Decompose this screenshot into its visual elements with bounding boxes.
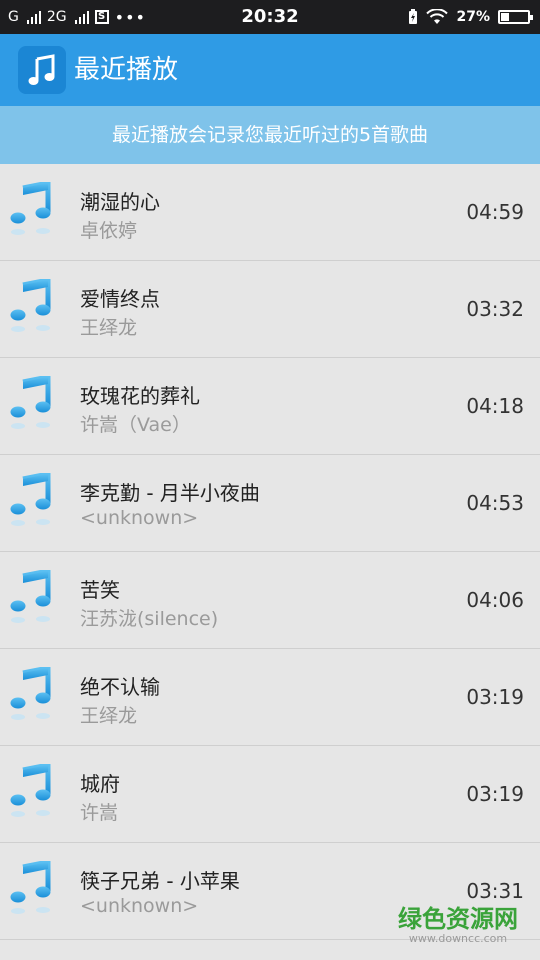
song-row[interactable]: 城府 许嵩 03:19 [0,746,540,843]
song-title: 潮湿的心 [80,190,160,214]
song-artist: <unknown> [80,895,199,917]
song-artist: 许嵩（Vae） [80,414,191,436]
song-music-note-icon [10,279,51,332]
song-music-note-icon [10,764,51,817]
page-title: 最近播放 [74,55,179,85]
song-title: 城府 [80,772,120,796]
song-music-note-icon [10,376,51,429]
song-duration: 04:53 [466,491,524,515]
song-artist: 汪苏泷(silence) [80,608,219,630]
watermark-logo: 绿色资源网 [398,905,518,933]
song-title: 筷子兄弟 - 小苹果 [80,869,240,893]
song-artist: 许嵩 [80,802,119,824]
song-title: 玫瑰花的葬礼 [80,384,200,408]
song-row[interactable]: 爱情终点 王绎龙 03:32 [0,261,540,358]
song-title: 李克勤 - 月半小夜曲 [80,481,260,505]
wifi-icon [426,9,449,24]
song-duration: 04:06 [466,588,524,612]
recent-play-notice: 最近播放会记录您最近听过的5首歌曲 [0,106,540,164]
status-right: 27% [408,0,533,34]
song-duration: 04:59 [466,200,524,224]
charging-icon [409,9,418,24]
song-row[interactable]: 苦笑 汪苏泷(silence) 04:06 [0,552,540,649]
song-artist: 王绎龙 [80,705,138,727]
battery-percent: 27% [456,9,490,25]
song-row[interactable]: 李克勤 - 月半小夜曲 <unknown> 04:53 [0,455,540,552]
song-row[interactable]: 绝不认输 王绎龙 03:19 [0,649,540,746]
song-duration: 03:32 [466,297,524,321]
music-note-icon[interactable] [18,46,66,94]
battery-icon [498,10,533,24]
watermark-url: www.downcc.com [408,932,508,945]
song-music-note-icon [10,473,51,526]
song-row[interactable]: 潮湿的心 卓依婷 04:59 [0,164,540,261]
song-row[interactable]: 玫瑰花的葬礼 许嵩（Vae） 04:18 [0,358,540,455]
song-artist: <unknown> [80,507,199,529]
song-duration: 04:18 [466,394,524,418]
song-music-note-icon [10,570,51,623]
song-list: 潮湿的心 卓依婷 04:59 爱情终点 王绎龙 03:32 玫瑰花的葬礼 许嵩（… [0,164,540,940]
song-music-note-icon [10,861,51,914]
song-artist: 卓依婷 [80,220,138,242]
song-music-note-icon [10,182,51,235]
song-title: 绝不认输 [80,675,160,699]
watermark: 绿色资源网 www.downcc.com [398,906,518,946]
song-duration: 03:19 [466,685,524,709]
status-bar: G 2G S ••• 20:32 27% [0,0,540,34]
song-duration: 03:19 [466,782,524,806]
song-title: 苦笑 [80,578,120,602]
song-artist: 王绎龙 [80,317,138,339]
app-bar: 最近播放 [0,34,540,106]
song-title: 爱情终点 [80,287,160,311]
song-music-note-icon [10,667,51,720]
